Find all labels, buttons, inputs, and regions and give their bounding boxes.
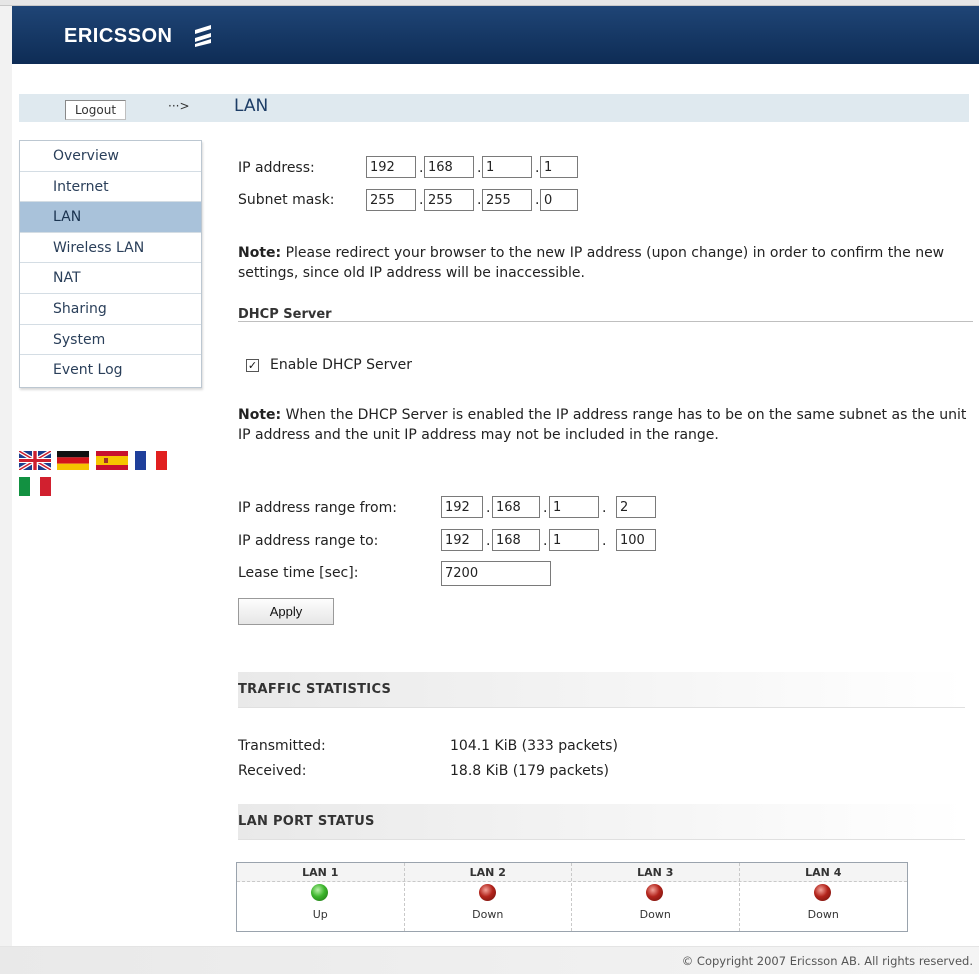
port-status: Down xyxy=(472,908,504,921)
sidebar-item-system[interactable]: System xyxy=(20,325,201,356)
note-text: Please redirect your browser to the new … xyxy=(238,245,945,281)
ip-dot: . xyxy=(543,533,548,549)
range-to-octet-2-input[interactable] xyxy=(492,529,540,551)
ip-dot: . xyxy=(602,500,607,516)
range-to-label: IP address range to: xyxy=(238,533,379,549)
dhcp-section-title: DHCP Server xyxy=(238,307,332,322)
french-flag-icon[interactable] xyxy=(135,451,167,470)
ip-dot: . xyxy=(477,160,482,176)
received-label: Received: xyxy=(238,763,307,779)
copyright-text: © Copyright 2007 Ericsson AB. All rights… xyxy=(681,954,973,968)
transmitted-label: Transmitted: xyxy=(238,738,326,754)
ip-dot: . xyxy=(535,160,540,176)
lease-time-label: Lease time [sec]: xyxy=(238,565,359,581)
subnet-octet-2-input[interactable] xyxy=(424,189,474,211)
received-value: 18.8 KiB (179 packets) xyxy=(450,763,610,779)
lease-time-input[interactable] xyxy=(441,561,551,586)
subnet-dot: . xyxy=(477,192,482,208)
port-cell: LAN 1 Up xyxy=(237,863,405,931)
ip-octet-4-input[interactable] xyxy=(540,156,578,178)
range-from-octet-1-input[interactable] xyxy=(441,496,483,518)
sidebar-item-nat[interactable]: NAT xyxy=(20,263,201,294)
sidebar-nav: Overview Internet LAN Wireless LAN NAT S… xyxy=(19,140,202,388)
sidebar-item-internet[interactable]: Internet xyxy=(20,172,201,203)
ip-dot: . xyxy=(419,160,424,176)
ip-octet-2-input[interactable] xyxy=(424,156,474,178)
ip-dot: . xyxy=(486,500,491,516)
note-label: Note: xyxy=(238,407,282,423)
transmitted-value: 104.1 KiB (333 packets) xyxy=(450,738,618,754)
apply-button[interactable]: Apply xyxy=(238,598,334,625)
range-from-label: IP address range from: xyxy=(238,500,397,516)
port-status: Down xyxy=(639,908,671,921)
ip-octet-1-input[interactable] xyxy=(366,156,416,178)
arrow-icon: ···> xyxy=(168,99,190,113)
subnet-octet-4-input[interactable] xyxy=(540,189,578,211)
port-status: Up xyxy=(312,908,328,921)
lan-port-status-header: LAN PORT STATUS xyxy=(238,804,965,840)
dhcp-note: Note: When the DHCP Server is enabled th… xyxy=(238,405,973,445)
range-from-octet-2-input[interactable] xyxy=(492,496,540,518)
sidebar-item-event-log[interactable]: Event Log xyxy=(20,355,201,386)
note-text: When the DHCP Server is enabled the IP a… xyxy=(238,407,967,443)
sidebar-item-overview[interactable]: Overview xyxy=(20,141,201,172)
range-from-octet-4-input[interactable] xyxy=(616,496,656,518)
port-cell: LAN 2 Down xyxy=(405,863,572,931)
top-toolbar: Logout ···> LAN xyxy=(19,94,969,122)
sidebar-item-lan[interactable]: LAN xyxy=(20,202,201,233)
range-to-octet-1-input[interactable] xyxy=(441,529,483,551)
ip-dot: . xyxy=(543,500,548,516)
lan-port-table: LAN 1 Up LAN 2 Down LAN 3 Down LAN 4 Dow… xyxy=(236,862,908,932)
subnet-octet-3-input[interactable] xyxy=(482,189,532,211)
german-flag-icon[interactable] xyxy=(57,451,89,470)
port-cell: LAN 3 Down xyxy=(572,863,740,931)
left-margin xyxy=(0,6,12,974)
subnet-octet-1-input[interactable] xyxy=(366,189,416,211)
enable-dhcp-label: Enable DHCP Server xyxy=(270,357,413,373)
port-cell: LAN 4 Down xyxy=(740,863,908,931)
ericsson-logo-text: ERICSSON xyxy=(64,25,173,47)
sidebar-item-sharing[interactable]: Sharing xyxy=(20,294,201,325)
italian-flag-icon[interactable] xyxy=(19,477,51,496)
section-divider xyxy=(238,321,973,322)
range-from-octet-3-input[interactable] xyxy=(549,496,599,518)
subnet-dot: . xyxy=(419,192,424,208)
enable-dhcp-checkbox[interactable]: ✓ xyxy=(246,359,259,372)
status-led-icon xyxy=(311,884,328,901)
logout-button[interactable]: Logout xyxy=(65,100,126,120)
english-flag-icon[interactable] xyxy=(19,451,51,470)
sidebar-item-wireless-lan[interactable]: Wireless LAN xyxy=(20,233,201,264)
footer: © Copyright 2007 Ericsson AB. All rights… xyxy=(0,946,979,974)
ip-address-label: IP address: xyxy=(238,160,315,176)
traffic-statistics-title: TRAFFIC STATISTICS xyxy=(238,682,392,697)
port-name: LAN 2 xyxy=(469,866,506,879)
header-banner: ERICSSON xyxy=(12,6,979,64)
status-led-icon xyxy=(646,884,663,901)
page-title: LAN xyxy=(234,96,269,116)
ip-dot: . xyxy=(602,533,607,549)
spanish-flag-icon[interactable] xyxy=(96,451,128,470)
port-name: LAN 1 xyxy=(302,866,339,879)
ip-change-note: Note: Please redirect your browser to th… xyxy=(238,243,968,283)
port-status: Down xyxy=(807,908,839,921)
range-to-octet-4-input[interactable] xyxy=(616,529,656,551)
port-name: LAN 4 xyxy=(805,866,842,879)
status-led-icon xyxy=(478,884,496,901)
status-led-icon xyxy=(813,884,831,901)
ip-octet-3-input[interactable] xyxy=(482,156,532,178)
ip-dot: . xyxy=(486,533,491,549)
ericsson-logo-icon xyxy=(195,25,211,47)
subnet-mask-label: Subnet mask: xyxy=(238,192,335,208)
range-to-octet-3-input[interactable] xyxy=(549,529,599,551)
subnet-dot: . xyxy=(535,192,540,208)
lan-port-status-title: LAN PORT STATUS xyxy=(238,814,375,829)
traffic-statistics-header: TRAFFIC STATISTICS xyxy=(238,672,965,708)
note-label: Note: xyxy=(238,245,282,261)
port-name: LAN 3 xyxy=(637,866,674,879)
